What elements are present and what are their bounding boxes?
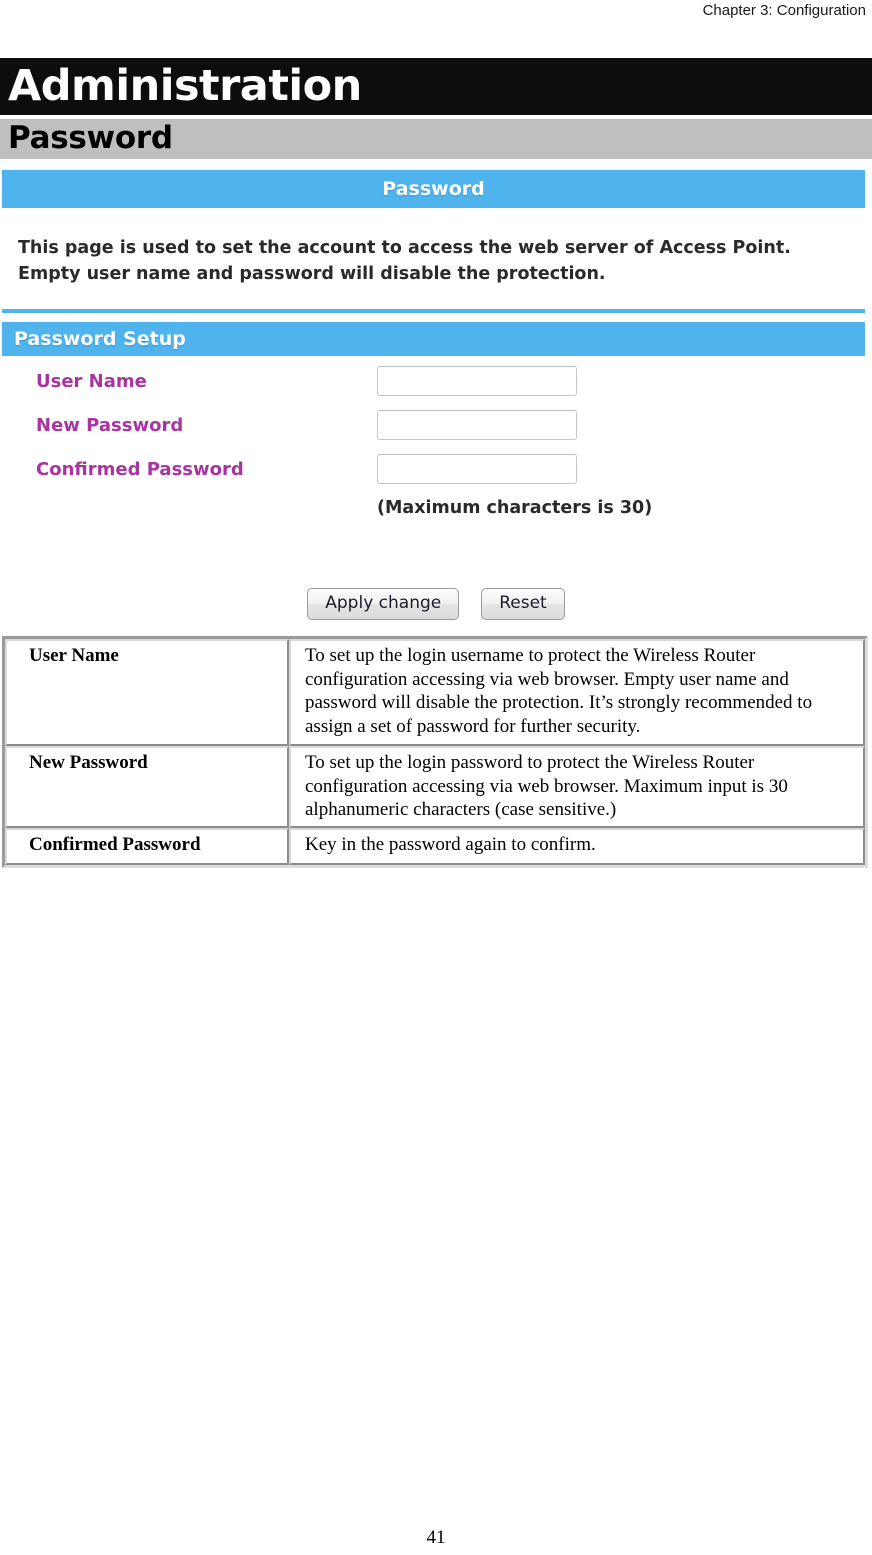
form-row-confirmed-password: Confirmed Password xyxy=(0,454,872,498)
section-subtitle-band: Password xyxy=(0,119,872,159)
new-password-label: New Password xyxy=(36,415,184,436)
section-title-band: Administration xyxy=(0,58,872,115)
running-header: Chapter 3: Configuration xyxy=(702,2,866,19)
ui-section-bar-label: Password Setup xyxy=(14,328,186,350)
reset-button[interactable]: Reset xyxy=(481,588,565,620)
user-name-label: User Name xyxy=(36,371,147,392)
ui-horizontal-rule xyxy=(2,309,865,313)
confirmed-password-input[interactable] xyxy=(377,454,577,484)
table-cell-term: Confirmed Password xyxy=(5,827,289,865)
table-cell-term: New Password xyxy=(5,746,289,828)
table-row: Confirmed Password Key in the password a… xyxy=(5,827,865,865)
table-cell-term: User Name xyxy=(5,639,289,746)
table-row: New Password To set up the login passwor… xyxy=(5,746,865,828)
field-description-table: User Name To set up the login username t… xyxy=(2,636,868,868)
max-characters-hint: (Maximum characters is 30) xyxy=(377,498,653,518)
table-cell-definition: To set up the login password to protect … xyxy=(289,746,865,828)
page-title: Administration xyxy=(8,61,362,111)
table-cell-definition: To set up the login username to protect … xyxy=(289,639,865,746)
ui-page-title-label: Password xyxy=(382,178,485,200)
ui-page-title-bar: Password xyxy=(2,170,865,208)
ui-section-bar: Password Setup xyxy=(2,322,865,356)
password-form: User Name New Password Confirmed Passwor… xyxy=(0,366,872,518)
page-number: 41 xyxy=(426,1527,446,1548)
section-subtitle: Password xyxy=(8,120,173,156)
form-row-user-name: User Name xyxy=(0,366,872,410)
table-row: User Name To set up the login username t… xyxy=(5,639,865,746)
form-button-row: Apply change Reset xyxy=(0,588,872,620)
new-password-input[interactable] xyxy=(377,410,577,440)
apply-change-button[interactable]: Apply change xyxy=(307,588,460,620)
confirmed-password-label: Confirmed Password xyxy=(36,459,244,480)
user-name-input[interactable] xyxy=(377,366,577,396)
form-row-new-password: New Password xyxy=(0,410,872,454)
table-cell-definition: Key in the password again to confirm. xyxy=(289,827,865,865)
ui-intro-text: This page is used to set the account to … xyxy=(18,238,791,284)
